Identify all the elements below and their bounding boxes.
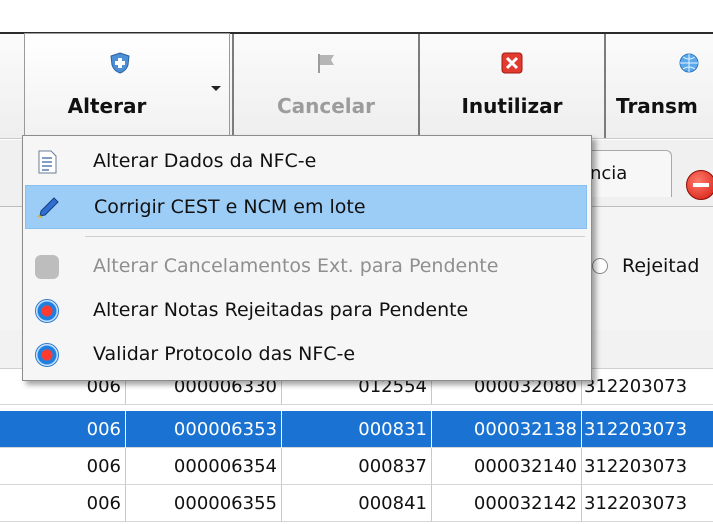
inutilizar-label: Inutilizar [461,94,563,118]
stop-icon[interactable] [686,170,713,200]
shield-edit-icon [110,52,130,74]
menu-item-label: Corrigir CEST e NCM em lote [94,196,366,218]
document-icon [38,150,57,174]
cell-chave: 312203073 [582,448,713,485]
cell-chave: 312203073 [582,368,713,405]
cell-serie: 006 [0,485,126,522]
menu-item-alterar-dados[interactable]: Alterar Dados da NFC-e [25,140,587,184]
table-row[interactable]: 006 000006355 000841 000032142 312203073 [0,485,713,522]
cell-codigo: 000837 [282,448,432,485]
alterar-button[interactable]: Alterar [24,33,230,140]
cell-codigo: 000831 [282,411,432,448]
cell-sequencia: 000032138 [432,411,582,448]
menu-item-label: Alterar Dados da NFC-e [93,150,317,172]
table-row[interactable]: 006 000006354 000837 000032140 312203073 [0,448,713,485]
window-top-strip [0,0,713,34]
menu-separator [85,236,585,237]
radio-rejeitadas-label: Rejeitad [622,255,700,277]
chevron-down-icon[interactable] [211,86,221,91]
cell-numero: 000006355 [126,485,282,522]
cell-sequencia: 000032142 [432,485,582,522]
menu-item-alterar-rejeitadas[interactable]: Alterar Notas Rejeitadas para Pendente [25,289,587,333]
cell-numero: 000006353 [126,411,282,448]
pen-icon [36,197,59,219]
menu-item-label: Alterar Notas Rejeitadas para Pendente [93,299,469,321]
alterar-label: Alterar [67,94,147,118]
cancelar-label: Cancelar [276,94,376,118]
radio-rejeitadas[interactable] [592,258,608,274]
cell-numero: 000006354 [126,448,282,485]
transmitir-label: Transm [616,94,698,118]
alterar-dropdown-menu: Alterar Dados da NFC-e Corrigir CEST e N… [22,135,592,381]
menu-item-validar-protocolo[interactable]: Validar Protocolo das NFC-e [25,333,587,377]
tab-ocorrencia-label: ncia [590,163,628,184]
cell-serie: 006 [0,411,126,448]
cancelar-button[interactable]: Cancelar [236,34,416,138]
globe-icon [679,53,699,73]
toolbar: Alterar Cancelar Inutilizar Transm [0,33,713,140]
cell-serie: 006 [0,448,126,485]
table-row-selected[interactable]: 006 000006353 000831 000032138 312203073 [0,411,713,448]
menu-item-alterar-cancelamentos[interactable]: Alterar Cancelamentos Ext. para Pendente [25,245,587,289]
transmitir-button[interactable]: Transm [608,34,713,138]
toolbar-separator [232,34,234,138]
cell-chave: 312203073 [582,411,713,448]
menu-item-label: Alterar Cancelamentos Ext. para Pendente [93,255,499,277]
cell-codigo: 000841 [282,485,432,522]
menu-item-label: Validar Protocolo das NFC-e [93,343,356,365]
red-x-icon [501,52,523,74]
gray-circle-icon [35,255,59,279]
menu-item-corrigir-cest-ncm[interactable]: Corrigir CEST e NCM em lote [25,185,587,229]
flag-icon [318,54,334,73]
red-dot-icon [35,343,59,367]
toolbar-separator [604,34,606,138]
inutilizar-button[interactable]: Inutilizar [422,34,602,138]
cell-sequencia: 000032140 [432,448,582,485]
red-dot-icon [35,299,59,323]
toolbar-separator [418,34,420,138]
cell-chave: 312203073 [582,485,713,522]
